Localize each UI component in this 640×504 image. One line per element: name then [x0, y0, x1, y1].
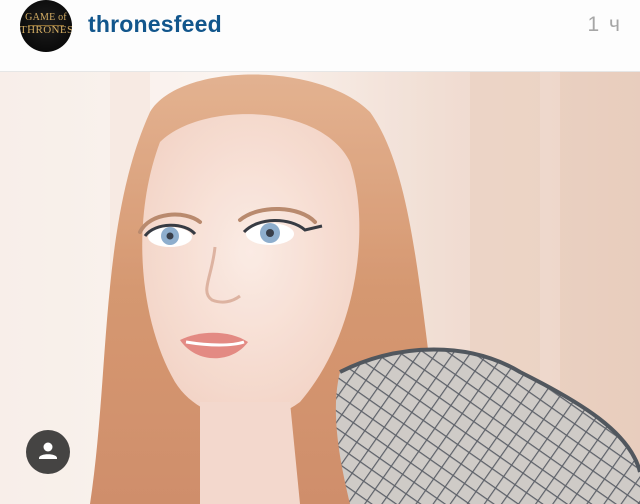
account-avatar[interactable]: GAME of THRONES — [20, 0, 72, 52]
avatar-logo-line-2: THRONES — [20, 24, 72, 36]
avatar-logo-divider — [28, 25, 64, 26]
portrait-photo — [0, 72, 640, 504]
account-username[interactable]: thronesfeed — [88, 11, 222, 38]
post-timestamp: 1 ч — [587, 13, 622, 36]
instagram-post: GAME of THRONES thronesfeed 1 ч — [0, 0, 640, 504]
tagged-users-button[interactable] — [26, 430, 70, 474]
person-icon — [39, 442, 57, 459]
post-photo[interactable] — [0, 72, 640, 504]
avatar-logo-line-1: GAME of — [25, 12, 67, 23]
post-header: GAME of THRONES thronesfeed 1 ч — [0, 0, 640, 72]
